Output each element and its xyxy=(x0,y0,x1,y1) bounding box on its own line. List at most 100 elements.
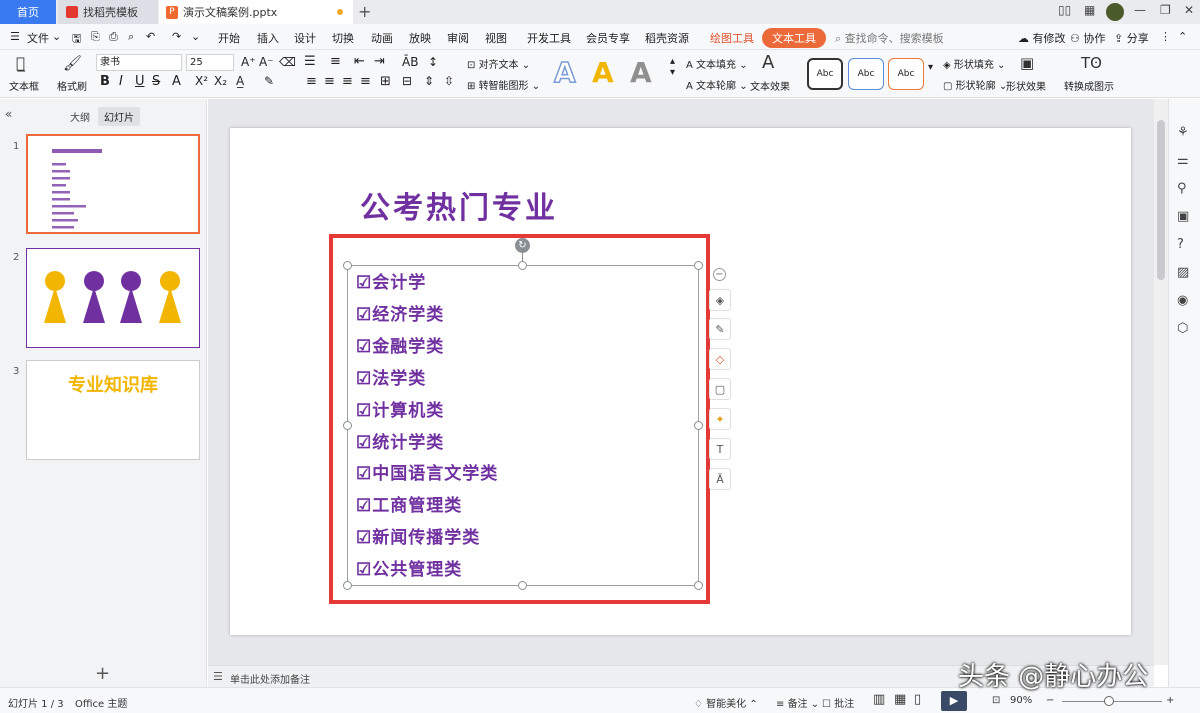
pin-icon[interactable]: ⚲ xyxy=(1177,181,1187,196)
has-changes-button[interactable]: ☁ 有修改 xyxy=(1018,30,1066,46)
reading-view-icon[interactable]: ▯ xyxy=(914,692,921,707)
resize-handle-w[interactable] xyxy=(343,421,352,430)
tab-document[interactable]: P 演示文稿案例.pptx xyxy=(159,0,353,24)
slide-thumbnail-1[interactable] xyxy=(26,134,200,234)
preview-icon[interactable]: ⌕ xyxy=(128,30,134,44)
chevron-down-icon[interactable]: ⌄ xyxy=(52,30,61,43)
resize-handle-sw[interactable] xyxy=(343,581,352,590)
bullets-icon[interactable]: ☰ xyxy=(304,54,316,69)
restore-icon[interactable]: ❐ xyxy=(1160,3,1171,17)
help-icon[interactable]: ? xyxy=(1177,237,1184,252)
strikethrough-icon[interactable]: S xyxy=(152,74,160,89)
shape-style-black[interactable]: Abc xyxy=(807,58,843,90)
bold-icon[interactable]: B xyxy=(100,74,110,89)
text-effect-icon[interactable]: A xyxy=(762,52,774,73)
underline-icon[interactable]: U xyxy=(135,74,145,89)
shape-effect-button[interactable]: 形状效果 xyxy=(1006,78,1046,93)
layers-icon[interactable]: ◈ xyxy=(709,289,731,311)
resize-handle-nw[interactable] xyxy=(343,261,352,270)
window-icon[interactable]: ▣ xyxy=(1177,209,1189,224)
more-options-icon[interactable]: ⋮ xyxy=(1160,30,1171,43)
line-spacing-icon[interactable]: ↕ xyxy=(428,55,438,69)
remarks-button[interactable]: ≡ 备注 ⌄ xyxy=(776,695,819,710)
search-input[interactable]: ⌕ 查找命令、搜索模板 xyxy=(835,30,944,46)
slide-thumbnail-2[interactable] xyxy=(26,248,200,348)
collapse-toolbar-icon[interactable]: − xyxy=(713,268,726,281)
zoom-slider-thumb[interactable] xyxy=(1104,696,1114,706)
superscript-icon[interactable]: X² xyxy=(195,74,208,88)
para-spacing-icon[interactable]: ⇳ xyxy=(444,74,454,88)
wordart-style-gray[interactable]: A xyxy=(630,56,652,89)
rotate-handle-icon[interactable]: ↻ xyxy=(515,238,530,253)
grid-icon[interactable]: ▦ xyxy=(1084,3,1095,17)
shape-outline-button[interactable]: ▢ 形状轮廓 ⌄ xyxy=(943,77,1007,92)
menu-text-tools[interactable]: 文本工具 xyxy=(762,28,826,48)
menu-item[interactable]: 开始 xyxy=(218,30,240,46)
settings-sliders-icon[interactable]: ⚌ xyxy=(1177,153,1189,168)
tab-outline[interactable]: 大纲 xyxy=(70,109,90,124)
text-fill-button[interactable]: A 文本填充 ⌄ xyxy=(686,56,748,71)
location-icon[interactable]: ◉ xyxy=(1177,293,1188,308)
font-color-icon[interactable]: A xyxy=(172,74,181,89)
export-icon[interactable]: ⎘ xyxy=(91,30,100,44)
redo-icon[interactable]: ↷ xyxy=(172,30,181,43)
fill-bucket-icon[interactable]: ◇ xyxy=(709,348,731,370)
format-painter-icon[interactable]: 🖌 xyxy=(63,54,82,72)
format-painter-button[interactable]: 格式刷 xyxy=(57,78,87,93)
menu-item[interactable]: 切换 xyxy=(332,30,354,46)
undo-icon[interactable]: ↶ xyxy=(146,30,155,43)
spacing-icon[interactable]: ⇕ xyxy=(424,74,434,88)
collaborate-button[interactable]: ⚇ 协作 xyxy=(1070,30,1105,46)
convert-diagram-button[interactable]: 转换成图示 xyxy=(1064,78,1114,93)
menu-item[interactable]: 开发工具 xyxy=(527,30,571,46)
text-format-icon[interactable]: T xyxy=(709,438,731,460)
font-select[interactable]: 隶书 xyxy=(96,54,182,71)
resize-handle-ne[interactable] xyxy=(694,261,703,270)
fit-window-icon[interactable]: ⊡ xyxy=(992,695,1000,706)
menu-item[interactable]: 设计 xyxy=(294,30,316,46)
justify-icon[interactable]: ≡ xyxy=(360,74,371,89)
menu-item[interactable]: 插入 xyxy=(257,30,279,46)
zoom-in-icon[interactable]: + xyxy=(1166,695,1174,706)
font-size-select[interactable]: 25 xyxy=(186,54,234,71)
tab-slides[interactable]: 幻灯片 xyxy=(98,107,140,126)
sorter-view-icon[interactable]: ▦ xyxy=(894,692,906,707)
increase-indent-icon[interactable]: ⇥ xyxy=(374,54,385,69)
clear-format-icon[interactable]: ⌫ xyxy=(279,55,296,69)
play-slideshow-icon[interactable]: ▶ xyxy=(941,691,967,711)
comments-button[interactable]: ☐ 批注 xyxy=(822,695,854,710)
zoom-level[interactable]: 90% xyxy=(1010,695,1032,706)
collapse-ribbon-icon[interactable]: ⌃ xyxy=(1178,30,1187,43)
menu-draw-tools[interactable]: 绘图工具 xyxy=(710,30,754,46)
image-icon[interactable]: ▨ xyxy=(1177,265,1189,280)
textbox-icon[interactable]: Ａ̲ xyxy=(16,54,25,72)
numbering-icon[interactable]: ≡ xyxy=(330,54,341,69)
minimize-icon[interactable]: — xyxy=(1134,3,1146,17)
convert-diagram-icon[interactable]: Tʘ xyxy=(1081,54,1102,72)
char-shading-icon[interactable]: A̲ xyxy=(236,74,244,88)
theme-name[interactable]: Office 主题 xyxy=(75,695,127,710)
avatar[interactable] xyxy=(1106,3,1124,21)
text-layout-icon[interactable]: Ā xyxy=(709,468,731,490)
cube-icon[interactable]: ⬡ xyxy=(1177,321,1188,336)
shape-effect-icon[interactable]: ▣ xyxy=(1020,54,1034,72)
menu-file[interactable]: 文件 xyxy=(27,30,49,46)
wordart-style-gold[interactable]: A xyxy=(592,56,614,89)
menu-item[interactable]: 动画 xyxy=(371,30,393,46)
resize-handle-n[interactable] xyxy=(518,261,527,270)
subscript-icon[interactable]: X₂ xyxy=(214,74,227,88)
lightbulb-icon[interactable]: ✦ xyxy=(709,408,731,430)
scrollbar-thumb[interactable] xyxy=(1157,120,1165,280)
print-icon[interactable]: ⎙ xyxy=(109,30,118,44)
align-center-icon[interactable]: ≡ xyxy=(324,74,335,89)
menu-item[interactable]: 视图 xyxy=(485,30,507,46)
add-slide-icon[interactable]: + xyxy=(95,663,110,684)
zoom-out-icon[interactable]: − xyxy=(1046,695,1054,706)
menu-item[interactable]: 审阅 xyxy=(447,30,469,46)
distribute-icon[interactable]: ⊞ xyxy=(380,74,391,89)
slide-thumbnail-3[interactable]: 专业知识库 xyxy=(26,360,200,460)
hamburger-icon[interactable]: ☰ xyxy=(10,30,20,43)
italic-icon[interactable]: I xyxy=(119,74,123,89)
columns-icon[interactable]: ⊟ xyxy=(402,74,412,88)
wordart-more-icon[interactable]: ▴ ▾ xyxy=(670,56,675,78)
